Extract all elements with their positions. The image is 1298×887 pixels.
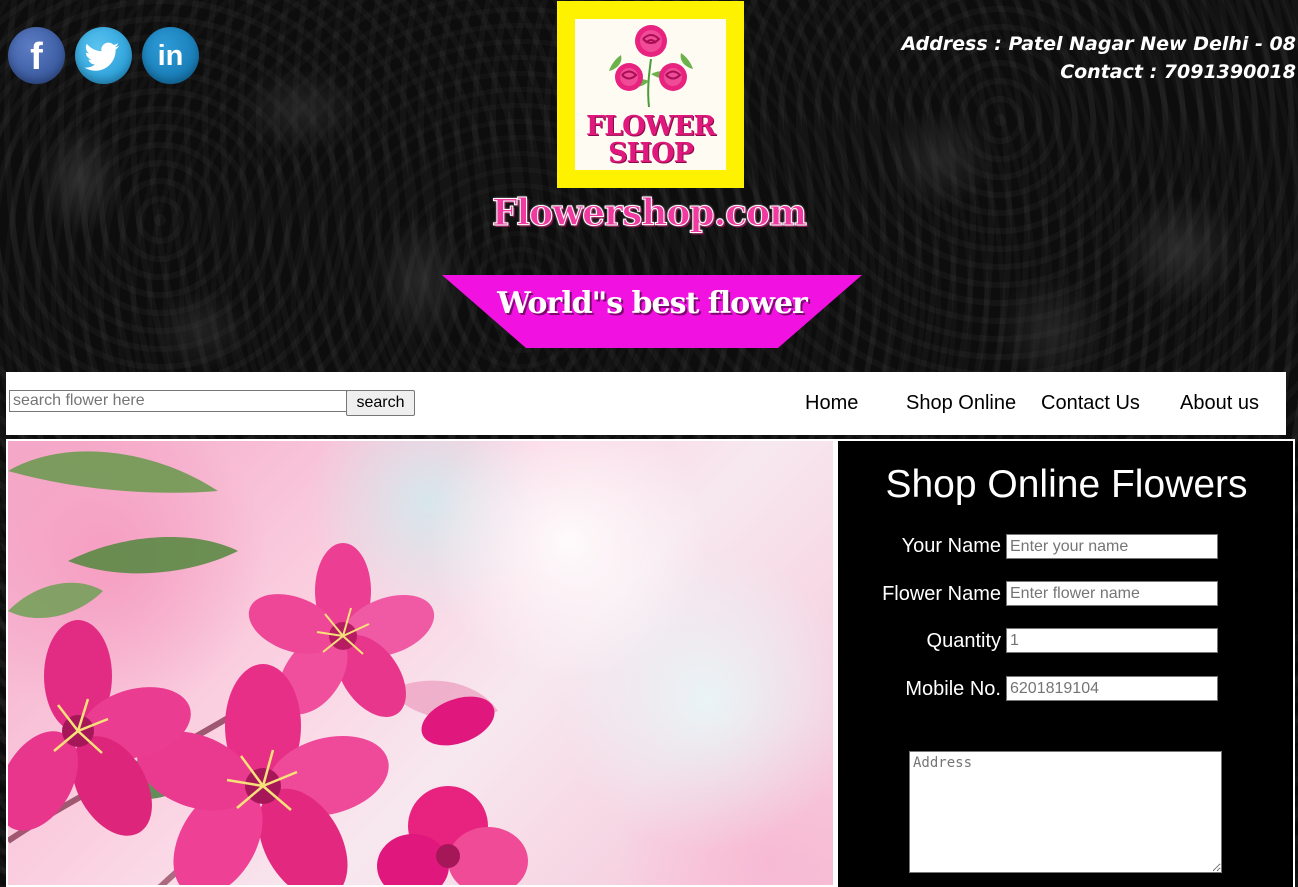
address-textarea[interactable] (909, 751, 1222, 873)
order-form: Shop Online Flowers Your Name Flower Nam… (836, 439, 1295, 887)
contact-text: Contact : 7091390018 (1060, 61, 1296, 83)
form-title: Shop Online Flowers (885, 463, 1248, 506)
address-text: Address : Patel Nagar New Delhi - 08 (901, 33, 1296, 55)
search-button[interactable]: search (346, 390, 415, 416)
linkedin-icon: in (158, 40, 184, 72)
logo-inner: FLOWER SHOP (575, 19, 726, 170)
mobile-input[interactable] (1006, 676, 1218, 701)
nav-shop-online[interactable]: Shop Online (906, 392, 1016, 415)
quantity-input[interactable] (1006, 628, 1218, 653)
nav-contact-us[interactable]: Contact Us (1041, 392, 1140, 415)
nav-bar: search Home Shop Online Contact Us About… (6, 372, 1286, 435)
twitter-icon (84, 42, 120, 71)
flower-name-input[interactable] (1006, 581, 1218, 606)
flowers-illustration (8, 451, 528, 885)
svg-text:in: in (158, 40, 184, 72)
contact-info: Address : Patel Nagar New Delhi - 08 Con… (901, 30, 1296, 86)
label-mobile-no: Mobile No. (905, 678, 1001, 700)
site-name: Flowershop.com (491, 192, 807, 235)
social-links: f in (8, 27, 199, 84)
label-flower-name: Flower Name (882, 583, 1001, 605)
your-name-input[interactable] (1006, 534, 1218, 559)
search-input[interactable] (9, 390, 347, 412)
tagline-text: World"s best flower (497, 286, 808, 321)
facebook-icon: f (30, 36, 43, 78)
svg-text:f: f (30, 36, 43, 78)
shop-logo[interactable]: FLOWER SHOP (557, 1, 744, 188)
hero-image (6, 439, 836, 887)
label-quantity: Quantity (926, 630, 1001, 652)
label-your-name: Your Name (901, 535, 1001, 557)
linkedin-link[interactable]: in (142, 27, 199, 84)
nav-about-us[interactable]: About us (1180, 392, 1259, 415)
twitter-link[interactable] (75, 27, 132, 84)
nav-home[interactable]: Home (805, 392, 858, 415)
logo-text: FLOWER SHOP (585, 111, 716, 169)
roses-icon (608, 25, 693, 108)
facebook-link[interactable]: f (8, 27, 65, 84)
page: f in Address : Patel Nagar New Delhi - 0… (0, 0, 1298, 887)
